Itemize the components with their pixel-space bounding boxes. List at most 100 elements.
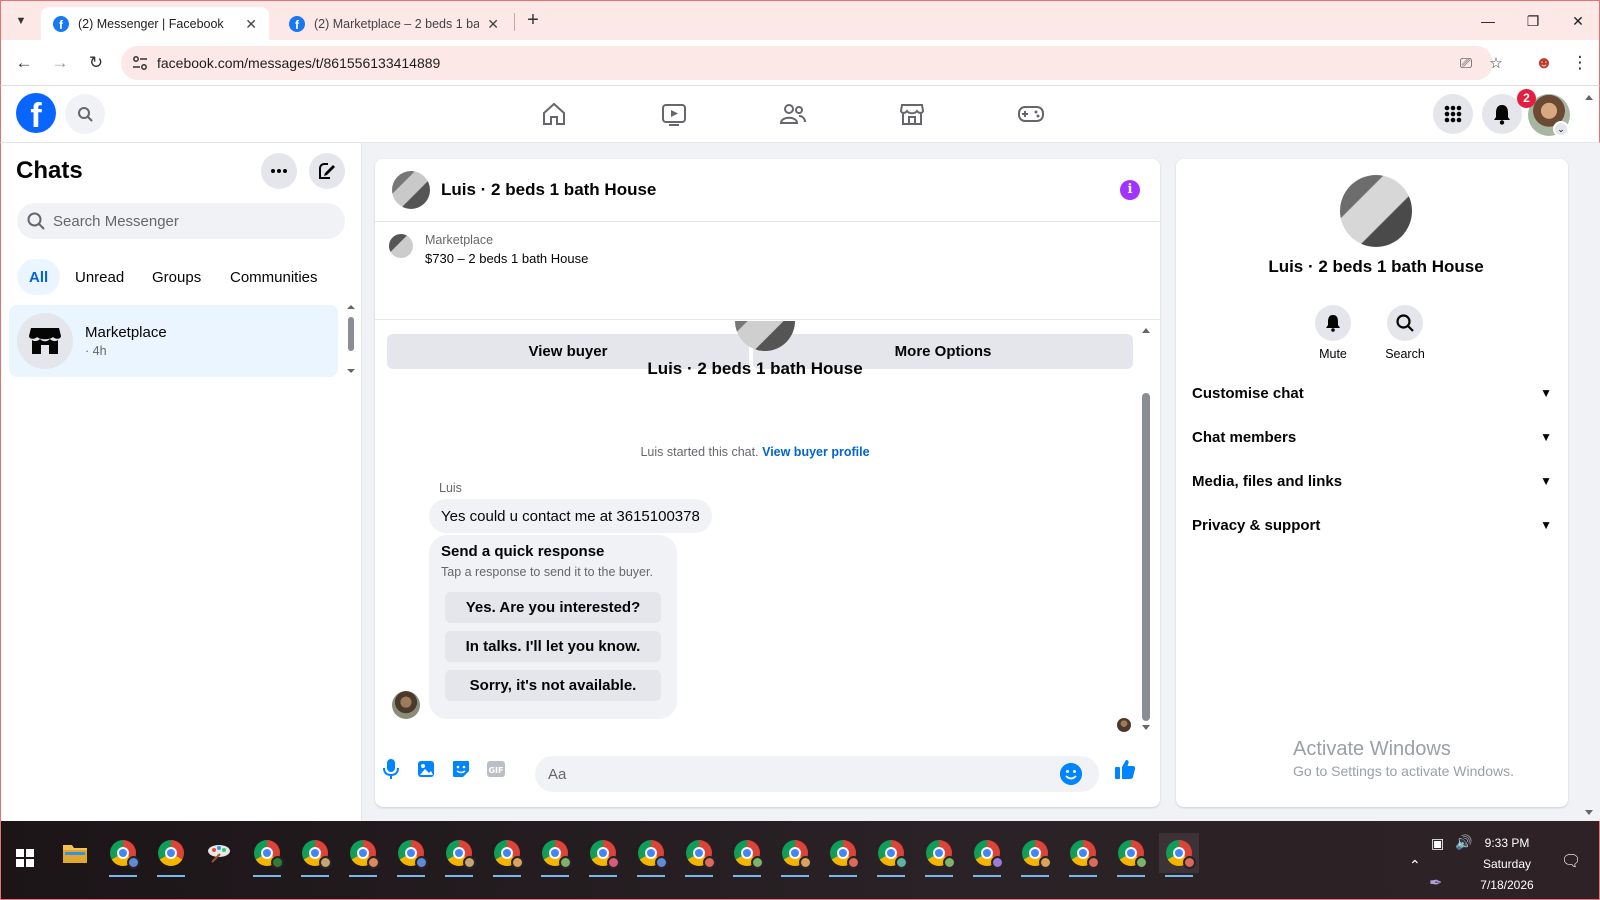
- attach-photo-button[interactable]: [414, 757, 438, 781]
- nav-friends[interactable]: [763, 96, 823, 132]
- chrome-profile-w-icon[interactable]: [247, 833, 287, 877]
- file-explorer-icon[interactable]: [55, 833, 95, 873]
- browser-menu-icon[interactable]: ⋮: [1567, 50, 1593, 76]
- send-like-button[interactable]: [1113, 757, 1137, 781]
- chrome-profile-active-icon[interactable]: [1159, 833, 1199, 877]
- account-chevron-down-icon[interactable]: ⌄: [1553, 121, 1569, 137]
- tab-marketplace[interactable]: f (2) Marketplace – 2 beds 1 bath ✕: [277, 7, 511, 41]
- pen-icon[interactable]: ✒: [1429, 873, 1442, 893]
- scroll-down-arrow-icon[interactable]: [1139, 723, 1153, 733]
- restore-button[interactable]: ❐: [1518, 7, 1548, 35]
- new-message-button[interactable]: [309, 153, 345, 189]
- back-button[interactable]: ←: [11, 50, 37, 76]
- minimize-button[interactable]: —: [1473, 7, 1503, 35]
- listing-price-title[interactable]: $730 – 2 beds 1 bath House: [425, 251, 588, 266]
- nav-home[interactable]: [524, 96, 584, 132]
- chrome-profile-18-icon[interactable]: [1063, 833, 1103, 877]
- media-files-links-section[interactable]: Media, files and links ▼: [1192, 461, 1552, 501]
- chrome-profile-1-icon[interactable]: [103, 833, 143, 877]
- filter-communities[interactable]: Communities: [218, 259, 330, 295]
- browser-tab-bar: ▼ f (2) Messenger | Facebook ✕ f (2) Mar…: [0, 0, 1600, 41]
- facebook-logo-icon[interactable]: f: [16, 93, 56, 133]
- chrome-profile-6-icon[interactable]: [487, 833, 527, 877]
- forward-button[interactable]: →: [47, 50, 73, 76]
- view-buyer-profile-link[interactable]: View buyer profile: [762, 445, 869, 459]
- chat-list-item[interactable]: Marketplace · 4h: [9, 305, 338, 377]
- close-window-button[interactable]: ✕: [1563, 7, 1593, 35]
- thread-scroll-thumb[interactable]: [1142, 393, 1150, 721]
- chrome-icon[interactable]: [151, 833, 191, 877]
- notification-center-icon[interactable]: 🗨: [1561, 851, 1581, 871]
- chrome-profile-19-icon[interactable]: [1111, 833, 1151, 877]
- filter-all[interactable]: All: [17, 259, 61, 295]
- message-input[interactable]: Aa: [535, 756, 1099, 792]
- nav-marketplace[interactable]: [882, 96, 942, 132]
- info-profile-avatar[interactable]: [1340, 175, 1412, 247]
- chrome-profile-9-icon[interactable]: [631, 833, 671, 877]
- search-messenger-input[interactable]: Search Messenger: [17, 203, 345, 239]
- chat-members-section[interactable]: Chat members ▼: [1192, 417, 1552, 457]
- voice-clip-button[interactable]: [379, 757, 403, 781]
- quick-response-in-talks-button[interactable]: In talks. I'll let you know.: [445, 631, 661, 662]
- network-icon[interactable]: ▣: [1431, 835, 1444, 852]
- nav-video[interactable]: [644, 96, 704, 132]
- profile-icon[interactable]: ☻: [1531, 50, 1557, 76]
- thread-scrollbar[interactable]: [1139, 325, 1153, 733]
- address-bar[interactable]: facebook.com/messages/t/861556133414889 …: [121, 46, 1503, 80]
- chrome-profile-15-icon[interactable]: [919, 833, 959, 877]
- chrome-profile-13-icon[interactable]: [823, 833, 863, 877]
- install-app-icon[interactable]: ⎚: [1456, 54, 1476, 74]
- mute-action[interactable]: Mute: [1298, 305, 1368, 361]
- chrome-profile-5-icon[interactable]: [439, 833, 479, 877]
- marketplace-icon: [899, 104, 925, 125]
- close-tab-icon[interactable]: ✕: [245, 16, 257, 33]
- chat-list-scrollbar[interactable]: [345, 303, 357, 375]
- sticker-button[interactable]: [449, 757, 473, 781]
- activate-windows-title: Activate Windows: [1293, 738, 1451, 760]
- customise-chat-section[interactable]: Customise chat ▼: [1192, 373, 1552, 413]
- show-hidden-icons-chevron-up-icon[interactable]: ⌃: [1409, 857, 1421, 874]
- site-settings-icon[interactable]: [131, 54, 149, 72]
- chrome-profile-7-icon[interactable]: [535, 833, 575, 877]
- notifications-button[interactable]: [1482, 94, 1522, 134]
- quick-response-yes-button[interactable]: Yes. Are you interested?: [445, 592, 661, 623]
- page-scrollbar[interactable]: [1583, 92, 1595, 819]
- chrome-profile-3-icon[interactable]: [343, 833, 383, 877]
- windows-start-icon[interactable]: [16, 849, 34, 867]
- scroll-up-arrow-icon[interactable]: [1139, 325, 1153, 335]
- chrome-profile-4-icon[interactable]: [391, 833, 431, 877]
- filter-groups[interactable]: Groups: [140, 259, 213, 295]
- chrome-profile-14-icon[interactable]: [871, 833, 911, 877]
- bookmark-star-icon[interactable]: ☆: [1486, 54, 1506, 74]
- filter-unread[interactable]: Unread: [63, 259, 136, 295]
- chrome-profile-8-icon[interactable]: [583, 833, 623, 877]
- privacy-support-section[interactable]: Privacy & support ▼: [1192, 505, 1552, 545]
- menu-button[interactable]: [1433, 94, 1473, 134]
- system-clock[interactable]: 9:33 PM Saturday 7/18/2026: [1457, 833, 1557, 896]
- chrome-profile-12-icon[interactable]: [775, 833, 815, 877]
- chrome-profile-16-icon[interactable]: [967, 833, 1007, 877]
- listing-thumbnail[interactable]: [389, 234, 413, 258]
- chat-started-notice: Luis started this chat. View buyer profi…: [375, 445, 1135, 459]
- chrome-profile-10-icon[interactable]: [679, 833, 719, 877]
- tab-messenger[interactable]: f (2) Messenger | Facebook ✕: [41, 7, 269, 41]
- facebook-search-button[interactable]: [65, 94, 105, 134]
- reload-button[interactable]: ↻: [83, 50, 109, 76]
- info-icon[interactable]: i: [1120, 180, 1140, 200]
- chrome-profile-2-icon[interactable]: [295, 833, 335, 877]
- quick-response-not-available-button[interactable]: Sorry, it's not available.: [445, 670, 661, 701]
- tab-search-chevron-icon[interactable]: ▼: [9, 9, 33, 33]
- search-action[interactable]: Search: [1370, 305, 1440, 361]
- chats-options-button[interactable]: [261, 153, 297, 189]
- emoji-icon[interactable]: [1060, 763, 1082, 785]
- new-tab-button[interactable]: +: [521, 9, 545, 33]
- chrome-profile-17-icon[interactable]: [1015, 833, 1055, 877]
- chrome-profile-11-icon[interactable]: [727, 833, 767, 877]
- svg-text:GIF: GIF: [488, 766, 503, 775]
- paint-app-icon[interactable]: [199, 833, 239, 873]
- gif-button[interactable]: GIF: [484, 757, 508, 781]
- nav-gaming[interactable]: [1001, 96, 1061, 132]
- close-tab-icon[interactable]: ✕: [487, 16, 499, 33]
- conversation-title[interactable]: Luis · 2 beds 1 bath House: [441, 180, 656, 200]
- conversation-avatar[interactable]: [392, 171, 430, 209]
